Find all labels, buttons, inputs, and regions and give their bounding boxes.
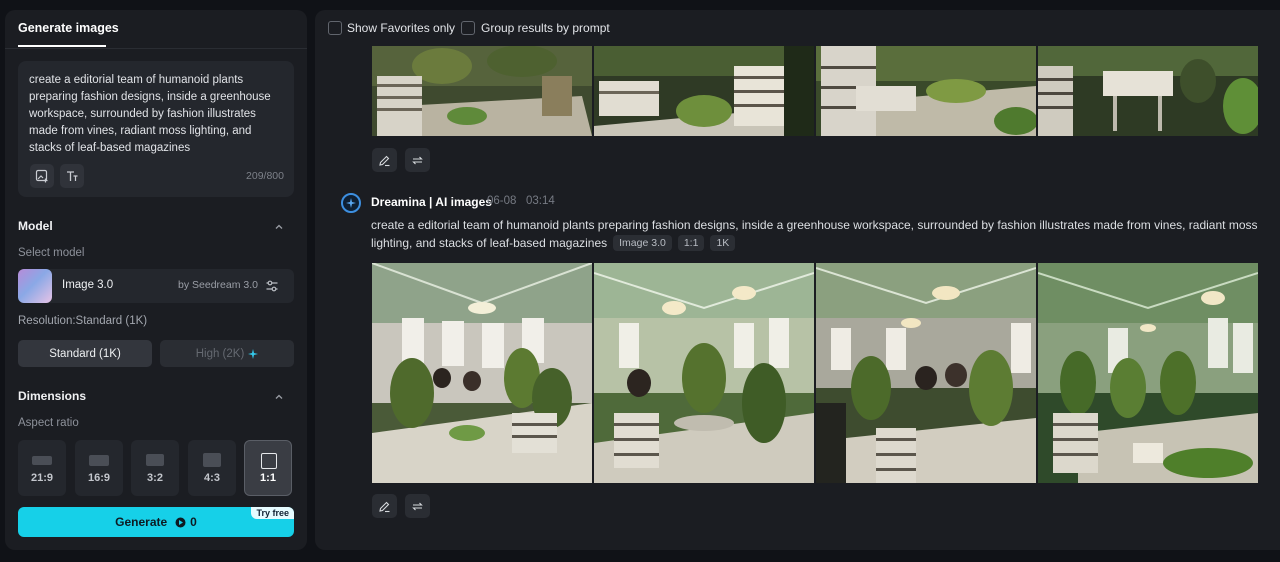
resolution-high-label: High (2K) [195, 347, 245, 360]
prompt-input[interactable]: create a editorial team of humanoid plan… [18, 61, 294, 197]
regenerate-button[interactable] [405, 494, 430, 518]
ratio-4-3-icon [203, 453, 221, 467]
generate-panel: Generate images create a editorial team … [5, 10, 307, 550]
result-date: 06-08 [487, 195, 517, 207]
pencil-icon [379, 501, 390, 512]
sparkle-icon [346, 198, 356, 208]
text-icon [67, 171, 78, 181]
result-timestamp: 06-08 03:14 [487, 195, 555, 207]
tab-bar: Generate images [5, 10, 307, 49]
resolution-chip: 1K [710, 235, 736, 251]
greenhouse-image [372, 46, 592, 136]
result-image-4[interactable] [1038, 263, 1258, 483]
greenhouse-image [372, 263, 592, 483]
show-favorites-checkbox[interactable] [328, 21, 342, 35]
ratio-21-9-icon [32, 456, 52, 465]
ratio-21-9[interactable]: 21:9 [18, 440, 66, 496]
tab-underline [18, 45, 106, 47]
chevron-up-icon[interactable] [274, 392, 284, 402]
ratio-label: 21:9 [30, 472, 54, 484]
result-image-prev-2[interactable] [594, 46, 814, 136]
aspect-ratio-label: Aspect ratio [18, 417, 79, 429]
credit-icon [175, 517, 186, 527]
repeat-icon [412, 156, 423, 164]
resolution-standard-button[interactable]: Standard (1K) [18, 340, 152, 367]
bot-name: Dreamina | AI images [371, 195, 492, 209]
result-image-1[interactable] [372, 263, 592, 483]
result-prompt-text: create a editorial team of humanoid plan… [371, 218, 1258, 250]
text-style-button[interactable] [60, 164, 84, 188]
result-image-3[interactable] [816, 263, 1036, 483]
ratio-1-1-icon [261, 453, 277, 469]
model-section-title: Model [18, 219, 53, 233]
model-name: Image 3.0 [62, 279, 114, 291]
greenhouse-image [1038, 263, 1258, 483]
group-by-prompt-checkbox[interactable] [461, 21, 475, 35]
greenhouse-image [1038, 46, 1258, 136]
generate-cost: 0 [190, 515, 197, 529]
model-thumbnail [18, 269, 52, 303]
reedit-button[interactable] [372, 494, 397, 518]
model-provider: by Seedream 3.0 [178, 279, 258, 291]
resolution-high-button[interactable]: High (2K) [160, 340, 294, 367]
ratio-16-9-icon [89, 455, 109, 466]
result-image-2[interactable] [594, 263, 814, 483]
greenhouse-image [816, 263, 1036, 483]
resolution-standard-label: Standard (1K) [49, 347, 121, 360]
ratio-label: 16:9 [87, 472, 111, 484]
ratio-label: 1:1 [260, 472, 276, 484]
sparkle-icon [248, 348, 259, 359]
model-chip: Image 3.0 [613, 235, 672, 251]
results-panel: Show Favorites only Group results by pro… [315, 10, 1280, 550]
dimensions-section-title: Dimensions [18, 389, 87, 403]
results-toolbar: Show Favorites only Group results by pro… [315, 10, 1280, 46]
greenhouse-image [816, 46, 1036, 136]
image-add-icon [35, 169, 48, 183]
generate-button[interactable]: Generate 0 Try free [18, 507, 294, 537]
resolution-label: Resolution:Standard (1K) [18, 315, 148, 327]
result-prompt: create a editorial team of humanoid plan… [371, 216, 1276, 252]
greenhouse-image [594, 46, 814, 136]
ratio-4-3[interactable]: 4:3 [188, 440, 236, 496]
result-time: 03:14 [526, 195, 555, 207]
result-image-prev-3[interactable] [816, 46, 1036, 136]
ratio-1-1[interactable]: 1:1 [244, 440, 292, 496]
reedit-button[interactable] [372, 148, 397, 172]
char-count: 209/800 [246, 170, 284, 182]
tab-generate-images[interactable]: Generate images [18, 21, 119, 35]
ratio-label: 3:2 [147, 472, 163, 484]
ratio-3-2[interactable]: 3:2 [131, 440, 179, 496]
chevron-up-icon[interactable] [274, 222, 284, 232]
group-by-prompt-label[interactable]: Group results by prompt [481, 21, 610, 35]
regenerate-button[interactable] [405, 148, 430, 172]
greenhouse-image [594, 263, 814, 483]
add-reference-image-button[interactable] [30, 164, 54, 188]
result-image-prev-4[interactable] [1038, 46, 1258, 136]
result-image-prev-1[interactable] [372, 46, 592, 136]
ratio-16-9[interactable]: 16:9 [75, 440, 123, 496]
prompt-text[interactable]: create a editorial team of humanoid plan… [29, 72, 279, 157]
settings-sliders-icon[interactable] [265, 279, 279, 293]
bot-avatar [341, 193, 361, 213]
model-selector[interactable]: Image 3.0 by Seedream 3.0 [18, 269, 294, 303]
try-free-badge: Try free [251, 507, 294, 519]
select-model-label: Select model [18, 247, 85, 259]
ratio-3-2-icon [146, 454, 164, 466]
ratio-chip: 1:1 [677, 235, 705, 251]
pencil-icon [379, 155, 390, 166]
generate-label: Generate [115, 515, 168, 529]
show-favorites-label[interactable]: Show Favorites only [347, 21, 455, 35]
repeat-icon [412, 502, 423, 510]
ratio-label: 4:3 [204, 472, 220, 484]
